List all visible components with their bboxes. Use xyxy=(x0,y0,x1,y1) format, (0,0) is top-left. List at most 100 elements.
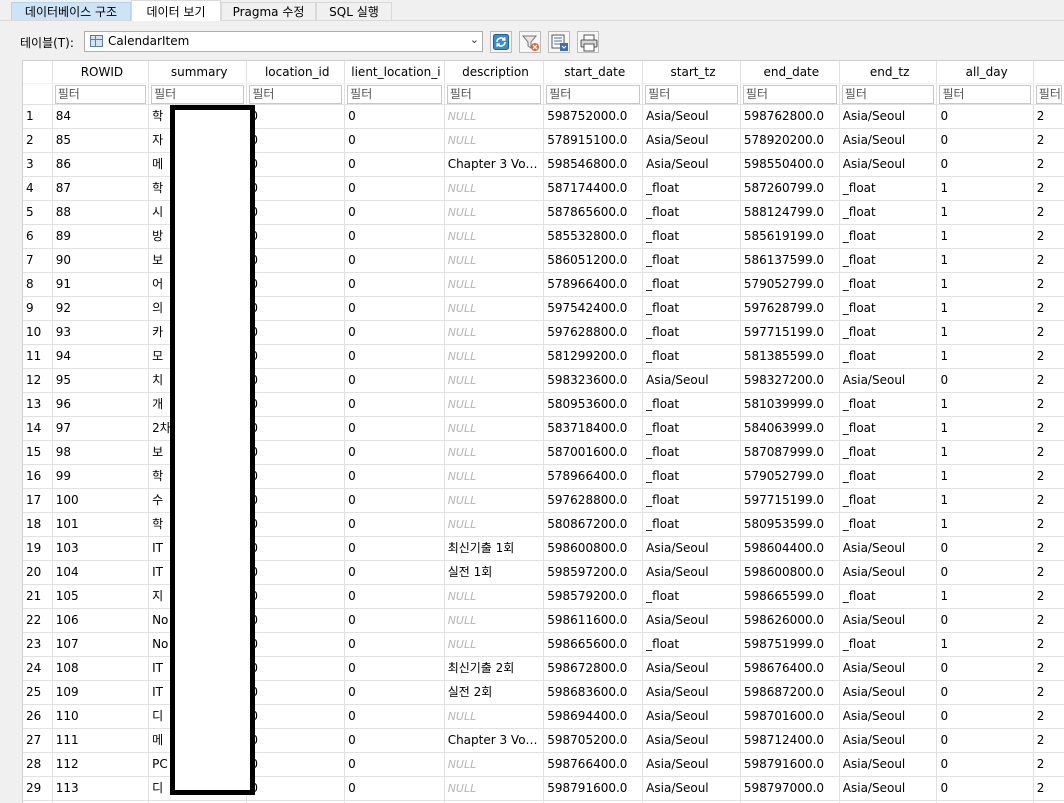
table-cell[interactable]: 0 xyxy=(247,201,345,225)
table-cell[interactable]: NULL xyxy=(444,177,544,201)
table-cell[interactable]: 2 xyxy=(1033,345,1064,369)
table-cell[interactable]: 0 xyxy=(247,297,345,321)
table-cell[interactable]: 95 xyxy=(52,369,148,393)
table-cell[interactable]: 0 xyxy=(937,369,1033,393)
table-cell[interactable]: 0 xyxy=(937,681,1033,705)
table-cell[interactable]: 2 xyxy=(1033,561,1064,585)
table-cell[interactable]: 2 xyxy=(1033,537,1064,561)
table-cell[interactable]: 86 xyxy=(52,153,148,177)
table-cell[interactable]: 최신기출 2회 xyxy=(444,657,544,681)
table-cell[interactable]: NULL xyxy=(444,249,544,273)
table-cell[interactable]: NULL xyxy=(444,777,544,801)
table-cell[interactable]: 0 xyxy=(345,249,445,273)
table-cell[interactable]: 598604400.0 xyxy=(740,537,839,561)
table-cell[interactable]: _float xyxy=(839,441,937,465)
save-filter-button[interactable] xyxy=(548,31,570,53)
table-cell[interactable]: 0 xyxy=(345,201,445,225)
table-cell[interactable]: 0 xyxy=(345,777,445,801)
table-cell[interactable]: 598701600.0 xyxy=(740,705,839,729)
table-cell[interactable]: _float xyxy=(839,201,937,225)
table-cell[interactable]: 0 xyxy=(345,105,445,129)
table-cell[interactable]: 580953599.0 xyxy=(740,513,839,537)
table-cell[interactable]: Asia/Seoul xyxy=(643,705,741,729)
table-cell[interactable]: 85 xyxy=(52,129,148,153)
table-cell[interactable]: 92 xyxy=(52,297,148,321)
column-header[interactable]: end_tz xyxy=(839,61,937,84)
table-cell[interactable]: 0 xyxy=(247,777,345,801)
table-cell[interactable]: 2 xyxy=(1033,657,1064,681)
refresh-button[interactable] xyxy=(490,31,512,53)
table-cell[interactable]: 0 xyxy=(345,417,445,441)
table-cell[interactable]: 2 xyxy=(1033,705,1064,729)
table-cell[interactable]: 583718400.0 xyxy=(544,417,643,441)
table-cell[interactable]: 586051200.0 xyxy=(544,249,643,273)
table-cell[interactable]: NULL xyxy=(444,513,544,537)
table-cell[interactable]: 실전 1회 xyxy=(444,561,544,585)
table-cell[interactable]: 588124799.0 xyxy=(740,201,839,225)
table-cell[interactable]: 578915100.0 xyxy=(544,129,643,153)
table-cell[interactable]: _float xyxy=(839,273,937,297)
table-cell[interactable]: 0 xyxy=(937,153,1033,177)
table-cell[interactable]: 580867200.0 xyxy=(544,513,643,537)
table-cell[interactable]: 2 xyxy=(1033,321,1064,345)
table-cell[interactable]: NULL xyxy=(444,273,544,297)
table-cell[interactable]: 0 xyxy=(247,345,345,369)
table-cell[interactable]: 1 xyxy=(937,441,1033,465)
table-cell[interactable]: 598327200.0 xyxy=(740,369,839,393)
table-cell[interactable]: 0 xyxy=(247,681,345,705)
table-cell[interactable]: _float xyxy=(839,633,937,657)
column-header[interactable]: start_tz xyxy=(643,61,741,84)
table-cell[interactable]: NULL xyxy=(444,585,544,609)
table-cell[interactable]: 1 xyxy=(937,297,1033,321)
table-cell[interactable]: 598791600.0 xyxy=(740,753,839,777)
table-cell[interactable]: _float xyxy=(643,633,741,657)
table-cell[interactable]: 101 xyxy=(52,513,148,537)
table-cell[interactable]: 578966400.0 xyxy=(544,273,643,297)
table-cell[interactable]: 598676400.0 xyxy=(740,657,839,681)
table-cell[interactable]: 0 xyxy=(247,657,345,681)
filter-input[interactable]: 필터 xyxy=(546,85,640,104)
table-cell[interactable]: 0 xyxy=(345,393,445,417)
table-cell[interactable]: 0 xyxy=(345,633,445,657)
table-cell[interactable]: 1 xyxy=(937,249,1033,273)
filter-input[interactable]: 필터 xyxy=(249,85,342,104)
table-cell[interactable]: 113 xyxy=(52,777,148,801)
table-cell[interactable]: Asia/Seoul xyxy=(839,105,937,129)
table-cell[interactable]: 0 xyxy=(247,537,345,561)
table-cell[interactable]: 2 xyxy=(1033,177,1064,201)
table-cell[interactable]: 0 xyxy=(937,657,1033,681)
table-cell[interactable]: 0 xyxy=(345,177,445,201)
table-cell[interactable]: Asia/Seoul xyxy=(643,369,741,393)
table-select[interactable]: CalendarItem ⌄ xyxy=(84,31,483,52)
table-cell[interactable]: 1 xyxy=(937,177,1033,201)
table-cell[interactable]: _float xyxy=(839,489,937,513)
table-cell[interactable]: 0 xyxy=(247,513,345,537)
filter-input[interactable]: 필터 xyxy=(645,85,738,104)
table-cell[interactable]: Asia/Seoul xyxy=(643,681,741,705)
table-cell[interactable]: 94 xyxy=(52,345,148,369)
table-cell[interactable]: Asia/Seoul xyxy=(839,777,937,801)
table-cell[interactable]: 587174400.0 xyxy=(544,177,643,201)
table-cell[interactable]: 598611600.0 xyxy=(544,609,643,633)
column-header[interactable]: lient_location_i xyxy=(345,61,445,84)
table-cell[interactable]: 598546800.0 xyxy=(544,153,643,177)
table-cell[interactable]: 84 xyxy=(52,105,148,129)
table-cell[interactable]: 598600800.0 xyxy=(544,537,643,561)
table-cell[interactable]: 2 xyxy=(1033,297,1064,321)
table-cell[interactable]: 580953600.0 xyxy=(544,393,643,417)
filter-input[interactable]: 필터 xyxy=(151,85,244,104)
table-cell[interactable]: _float xyxy=(839,249,937,273)
table-cell[interactable]: 1 xyxy=(937,321,1033,345)
table-cell[interactable]: 0 xyxy=(247,249,345,273)
table-cell[interactable]: 2 xyxy=(1033,105,1064,129)
table-cell[interactable]: Asia/Seoul xyxy=(643,129,741,153)
table-cell[interactable]: _float xyxy=(839,393,937,417)
table-cell[interactable]: NULL xyxy=(444,297,544,321)
table-cell[interactable]: _float xyxy=(839,177,937,201)
table-cell[interactable]: 586137599.0 xyxy=(740,249,839,273)
column-header[interactable]: description xyxy=(444,61,544,84)
chevron-down-icon[interactable]: ⌄ xyxy=(470,33,479,46)
table-cell[interactable]: 88 xyxy=(52,201,148,225)
filter-input[interactable]: 필터 xyxy=(1036,85,1062,104)
table-cell[interactable]: 584063999.0 xyxy=(740,417,839,441)
